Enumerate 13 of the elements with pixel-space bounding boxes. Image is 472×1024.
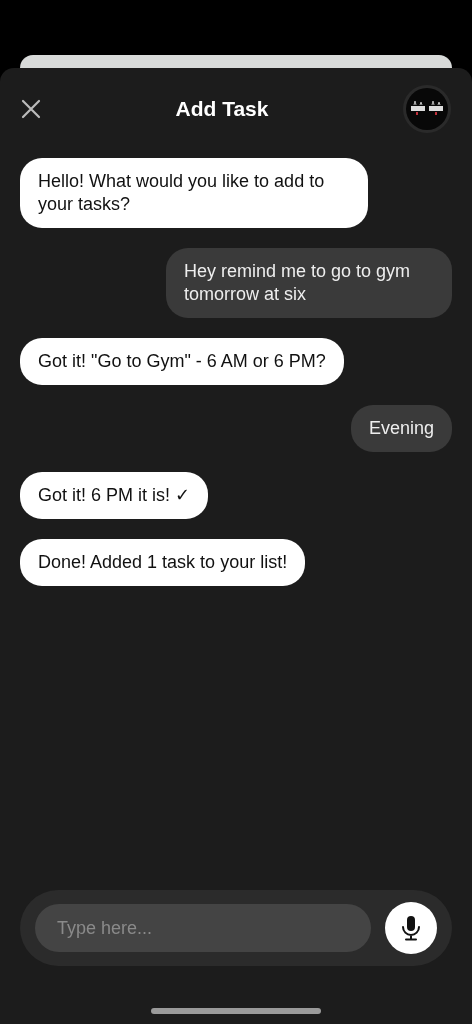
bot-message: Got it! 6 PM it is! ✓ [20, 472, 209, 519]
avatar-icon[interactable] [402, 84, 452, 134]
microphone-icon [400, 915, 422, 941]
close-button[interactable] [20, 98, 42, 120]
screen-title: Add Task [175, 97, 269, 121]
bot-message: Done! Added 1 task to your list! [20, 539, 306, 586]
bot-message: Hello! What would you like to add to your tasks? [20, 158, 368, 228]
user-message: Evening [350, 405, 452, 452]
user-message: Hey remind me to go to gym tomorrow at six [166, 248, 452, 318]
bot-message: Got it! "Go to Gym" - 6 AM or 6 PM? [20, 338, 344, 385]
microphone-button[interactable] [385, 902, 437, 954]
close-icon [20, 98, 42, 120]
message-input[interactable]: Type here... [35, 904, 371, 952]
